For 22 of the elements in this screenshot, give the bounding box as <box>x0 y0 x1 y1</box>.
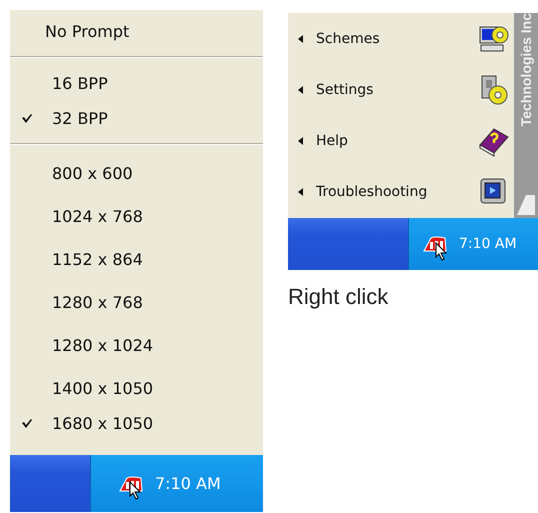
menu-item[interactable]: Settings <box>288 74 514 106</box>
menu-item[interactable]: 1280 x 1024 <box>10 334 263 356</box>
submenu-arrow-icon <box>298 35 303 43</box>
menu-item[interactable]: 1680 x 1050 <box>10 412 263 434</box>
submenu-arrow-icon <box>298 188 303 196</box>
menu-item[interactable]: 800 x 600 <box>10 162 263 184</box>
submenu-arrow-icon <box>298 86 303 94</box>
menu-item[interactable]: 32 BPP <box>10 107 263 129</box>
menu-item[interactable]: 1280 x 768 <box>10 291 263 313</box>
menu-item[interactable]: Help <box>288 125 514 157</box>
cursor-icon <box>435 242 447 261</box>
menu-item[interactable]: 16 BPP <box>10 72 263 94</box>
menu-item[interactable]: 1152 x 864 <box>10 248 263 270</box>
menu-item[interactable]: 1024 x 768 <box>10 205 263 227</box>
submenu-arrow-icon <box>298 137 303 145</box>
menu-item[interactable]: 1400 x 1050 <box>10 377 263 399</box>
menu-item[interactable]: Troubleshooting <box>288 176 514 208</box>
menu-item[interactable]: No Prompt <box>10 20 263 42</box>
caption: Right click <box>288 284 390 310</box>
banner-text: Technologies Inc <box>518 13 534 126</box>
cursor-icon <box>129 481 141 500</box>
menu-item[interactable]: Schemes <box>288 23 514 55</box>
